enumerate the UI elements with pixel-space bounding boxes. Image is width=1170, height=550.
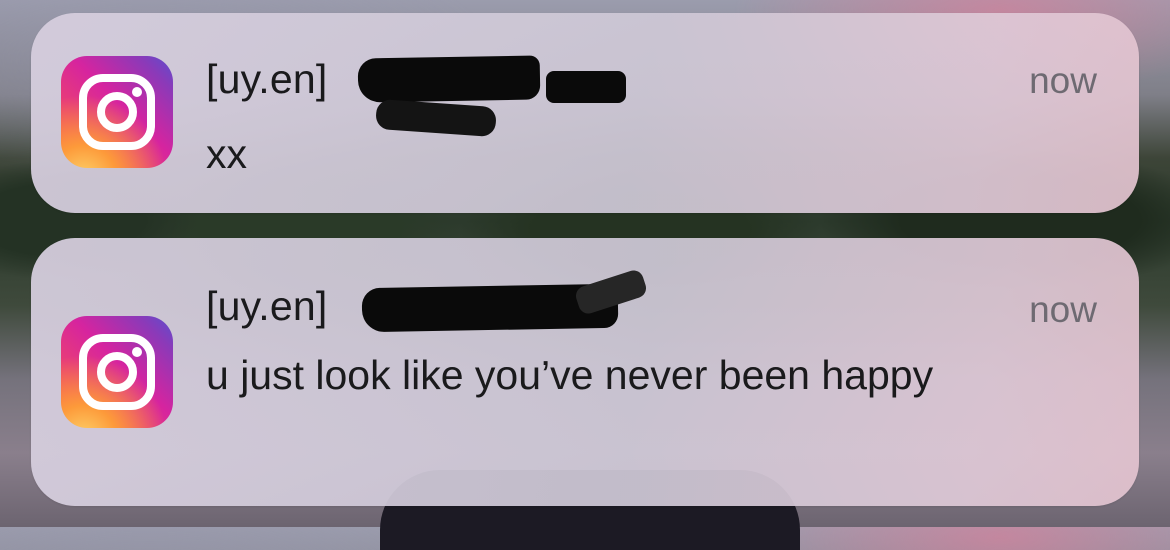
redaction-mark [546,71,626,103]
instagram-glyph [79,334,155,410]
sender-name: [uy.en] [206,56,328,102]
notification-header: [uy.en] [206,51,626,138]
notification-time: now [1029,289,1097,330]
notification-message: u just look like you’ve never been happy [206,352,934,398]
notification-card[interactable]: [uy.en] now xx [31,13,1139,213]
notification-card[interactable]: [uy.en] now u just look like you’ve neve… [31,238,1139,506]
sender-name: [uy.en] [206,283,328,329]
notification-time: now [1029,60,1097,101]
notification-message: xx [206,131,247,177]
instagram-icon [61,316,173,428]
redaction-mark [357,55,541,103]
instagram-icon [61,56,173,168]
notification-header: [uy.en] [206,267,649,334]
instagram-glyph [79,74,155,150]
